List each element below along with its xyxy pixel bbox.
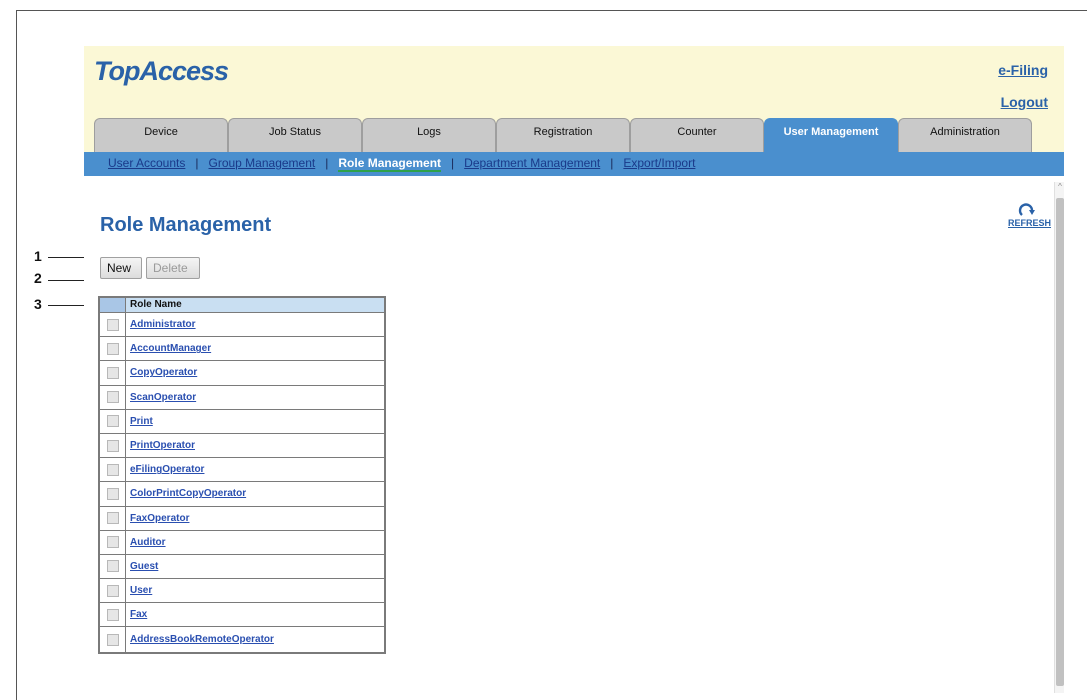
select-all-cell[interactable] — [100, 298, 126, 312]
row-checkbox[interactable] — [106, 584, 119, 597]
subnav-separator: | — [325, 156, 329, 170]
row-checkbox[interactable] — [106, 512, 119, 525]
role-link[interactable]: ScanOperator — [126, 386, 196, 409]
callout-1: 1 — [34, 248, 42, 264]
table-row: CopyOperator — [100, 361, 384, 386]
role-table: Role Name Administrator AccountManager C… — [98, 296, 386, 654]
logout-link[interactable]: Logout — [1001, 94, 1048, 110]
table-row: ColorPrintCopyOperator — [100, 482, 384, 507]
header: TopAccess e-Filing Logout Device Job Sta… — [84, 46, 1064, 152]
role-link[interactable]: Auditor — [126, 531, 166, 554]
table-row: Auditor — [100, 530, 384, 555]
row-checkbox[interactable] — [106, 463, 119, 476]
row-checkbox[interactable] — [106, 415, 119, 428]
tab-device[interactable]: Device — [94, 118, 228, 152]
row-checkbox[interactable] — [106, 366, 119, 379]
subnav-user-accounts[interactable]: User Accounts — [108, 156, 185, 170]
delete-button: Delete — [146, 257, 200, 279]
sub-navigation: User Accounts | Group Management | Role Mana… — [84, 152, 1064, 176]
callout-3: 3 — [34, 296, 42, 312]
table-row: Fax — [100, 603, 384, 628]
tab-logs[interactable]: Logs — [362, 118, 496, 152]
row-checkbox[interactable] — [106, 608, 119, 621]
refresh-label: REFRESH — [1008, 218, 1052, 228]
table-row: User — [100, 579, 384, 604]
role-link[interactable]: Guest — [126, 555, 158, 578]
role-link[interactable]: Print — [126, 410, 153, 433]
table-row: Print — [100, 409, 384, 434]
table-row: FaxOperator — [100, 506, 384, 531]
new-button[interactable]: New — [100, 257, 142, 279]
role-link[interactable]: eFilingOperator — [126, 458, 204, 481]
role-link[interactable]: ColorPrintCopyOperator — [126, 482, 246, 505]
table-row: Administrator — [100, 313, 384, 338]
row-checkbox[interactable] — [106, 391, 119, 404]
table-row: PrintOperator — [100, 433, 384, 459]
subnav-separator: | — [451, 156, 455, 170]
row-checkbox[interactable] — [106, 318, 119, 331]
row-checkbox[interactable] — [106, 560, 119, 573]
topaccess-logo: TopAccess — [94, 56, 229, 86]
role-link[interactable]: User — [126, 579, 152, 602]
tab-job-status[interactable]: Job Status — [228, 118, 362, 152]
role-name-column-header: Role Name — [130, 299, 182, 310]
page-title: Role Management — [100, 214, 272, 236]
table-header: Role Name — [100, 298, 384, 313]
scrollbar-thumb[interactable] — [1056, 198, 1064, 686]
subnav-role-management[interactable]: Role Management — [338, 156, 442, 172]
role-link[interactable]: FaxOperator — [126, 507, 189, 530]
table-row: Guest — [100, 554, 384, 580]
subnav-department-management[interactable]: Department Management — [464, 156, 600, 170]
subnav-export-import[interactable]: Export/Import — [623, 156, 695, 170]
table-row: AddressBookRemoteOperator — [100, 627, 384, 652]
scroll-up-icon[interactable]: ^ — [1056, 182, 1064, 192]
subnav-separator: | — [195, 156, 199, 170]
row-checkbox[interactable] — [106, 439, 119, 452]
table-row: ScanOperator — [100, 385, 384, 410]
refresh-icon — [1018, 203, 1035, 216]
row-checkbox[interactable] — [106, 633, 119, 646]
subnav-group-management[interactable]: Group Management — [209, 156, 316, 170]
role-link[interactable]: CopyOperator — [126, 361, 197, 384]
efiling-link[interactable]: e-Filing — [998, 62, 1048, 78]
topaccess-window: TopAccess e-Filing Logout Device Job Sta… — [84, 46, 1064, 693]
subnav-separator: | — [610, 156, 614, 170]
row-checkbox[interactable] — [106, 536, 119, 549]
callout-2: 2 — [34, 270, 42, 286]
tab-administration[interactable]: Administration — [898, 118, 1032, 152]
refresh-button[interactable]: REFRESH — [1008, 202, 1052, 234]
table-row: AccountManager — [100, 337, 384, 362]
tab-counter[interactable]: Counter — [630, 118, 764, 152]
role-link[interactable]: Fax — [126, 603, 147, 626]
role-link[interactable]: AddressBookRemoteOperator — [126, 627, 274, 651]
tab-user-management[interactable]: User Management — [764, 118, 898, 152]
row-checkbox[interactable] — [106, 342, 119, 355]
role-link[interactable]: PrintOperator — [126, 434, 195, 457]
role-link[interactable]: Administrator — [126, 313, 196, 336]
row-checkbox[interactable] — [106, 487, 119, 500]
table-row: eFilingOperator — [100, 458, 384, 483]
vertical-scrollbar[interactable]: ^ — [1054, 182, 1064, 693]
role-link[interactable]: AccountManager — [126, 337, 211, 360]
tab-registration[interactable]: Registration — [496, 118, 630, 152]
